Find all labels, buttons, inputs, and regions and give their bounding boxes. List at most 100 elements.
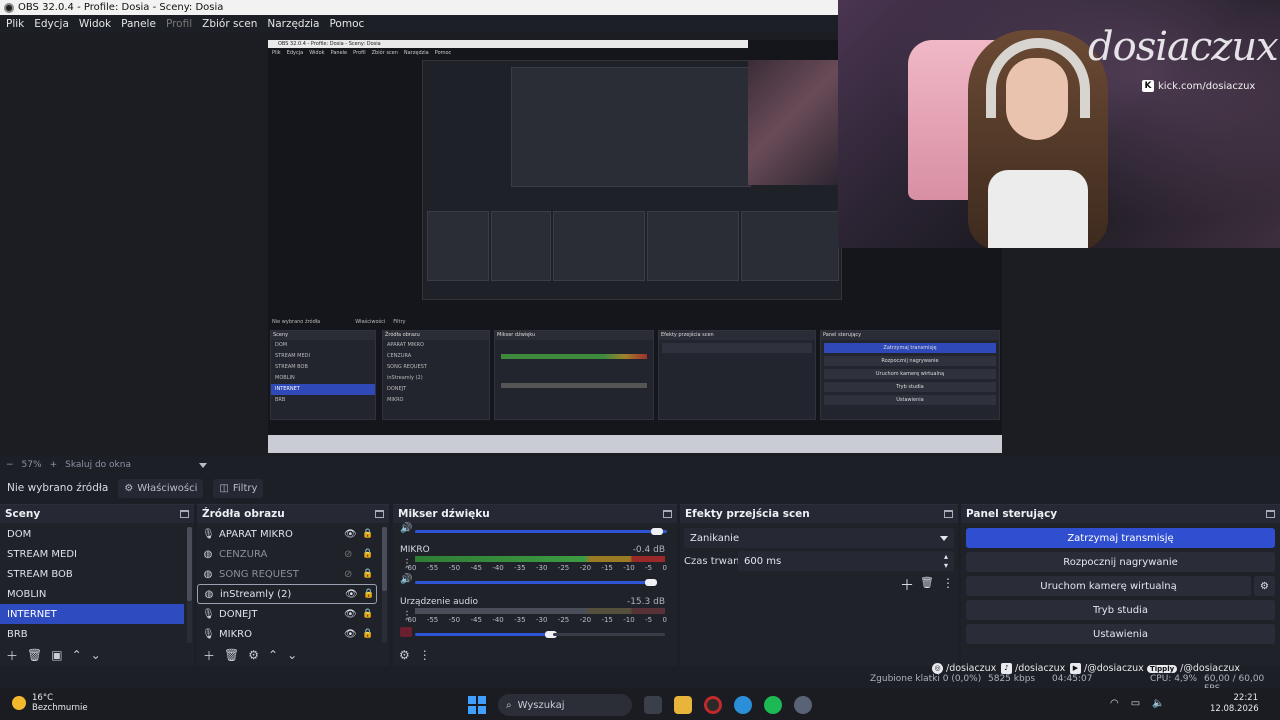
- scene-item[interactable]: BRB: [0, 624, 194, 644]
- sources-scroll-thumb[interactable]: [382, 527, 387, 591]
- kebab-menu-icon[interactable]: ⋮: [419, 648, 431, 662]
- mikro-volume-slider[interactable]: [415, 581, 651, 584]
- move-down-icon[interactable]: ⌄: [287, 648, 297, 662]
- eye-hidden-icon[interactable]: ⊘: [344, 549, 352, 560]
- nested-scene-row: BRB: [275, 397, 286, 403]
- scene-item-selected[interactable]: INTERNET: [0, 604, 184, 624]
- source-item[interactable]: ◍ SONG REQUEST ⊘ 🔒: [197, 564, 389, 584]
- stop-stream-button[interactable]: Zatrzymaj transmisję: [966, 528, 1275, 548]
- trash-icon[interactable]: 🗑: [27, 648, 42, 662]
- lock-icon[interactable]: 🔒: [362, 529, 373, 539]
- menu-edycja[interactable]: Edycja: [34, 18, 69, 30]
- filters-button[interactable]: ◫ Filtry: [213, 478, 264, 498]
- move-up-icon[interactable]: ⌃: [268, 648, 278, 662]
- undock-icon[interactable]: [180, 510, 189, 518]
- virtual-camera-settings-button[interactable]: ⚙: [1254, 576, 1275, 596]
- menu-widok[interactable]: Widok: [79, 18, 111, 30]
- speaker-icon[interactable]: 🔊: [400, 523, 412, 534]
- source-item[interactable]: 🎙 MIKRO 👁 🔒: [197, 624, 389, 644]
- nested-props-bar: Nie wybrano źródła Właściwości Filtry: [268, 315, 1002, 329]
- source-item[interactable]: 🎙 APARAT MIKRO 👁 🔒: [197, 524, 389, 544]
- scenes-scroll-thumb[interactable]: [187, 527, 192, 601]
- zoom-in-button[interactable]: +: [50, 460, 58, 470]
- gear-icon[interactable]: ⚙: [248, 648, 259, 662]
- menu-profil[interactable]: Profil: [166, 18, 192, 30]
- lock-icon[interactable]: 🔒: [363, 589, 374, 599]
- master-volume-slider[interactable]: [415, 530, 667, 533]
- file-explorer-icon[interactable]: [674, 696, 692, 714]
- eye-icon[interactable]: 👁: [345, 589, 358, 600]
- start-recording-button[interactable]: Rozpocznij nagrywanie: [966, 552, 1275, 572]
- menu-pomoc[interactable]: Pomoc: [329, 18, 364, 30]
- zoom-out-button[interactable]: −: [6, 460, 14, 470]
- move-up-icon[interactable]: ⌃: [72, 648, 82, 662]
- source-item-selected[interactable]: ◍ inStreamly (2) 👁 🔒: [197, 584, 377, 604]
- scale-mode-dropdown-icon[interactable]: [198, 462, 207, 468]
- spinner-icon[interactable]: ▴ ▾: [944, 552, 948, 570]
- trash-icon[interactable]: 🗑: [224, 648, 239, 662]
- lock-icon[interactable]: 🔒: [362, 609, 373, 619]
- undock-icon[interactable]: [944, 510, 953, 518]
- muted-speaker-icon[interactable]: [400, 627, 412, 637]
- taskbar-search[interactable]: ⌕ Wyszukaj: [498, 694, 632, 716]
- settings-app-icon[interactable]: [794, 696, 812, 714]
- spotify-icon[interactable]: [764, 696, 782, 714]
- taskbar-clock[interactable]: 22:21 12.08.2026: [1210, 693, 1259, 715]
- undock-icon[interactable]: [375, 510, 384, 518]
- wifi-icon[interactable]: ◠: [1110, 698, 1119, 709]
- nested-control-btn: Ustawienia: [824, 395, 996, 405]
- master-volume-knob[interactable]: [651, 528, 663, 535]
- menu-zbior-scen[interactable]: Zbiór scen: [202, 18, 257, 30]
- duration-input[interactable]: 600 ms ▴ ▾: [738, 551, 954, 571]
- kick-link: K kick.com/dosiaczux: [1142, 80, 1255, 92]
- volume-icon[interactable]: 🔈: [1152, 698, 1164, 709]
- source-item[interactable]: 🎙 DONEJT 👁 🔒: [197, 604, 389, 624]
- add-icon[interactable]: ＋: [203, 647, 215, 664]
- settings-button[interactable]: Ustawienia: [966, 624, 1275, 644]
- transition-select[interactable]: Zanikanie: [684, 528, 954, 548]
- studio-mode-button[interactable]: Tryb studia: [966, 600, 1275, 620]
- scale-mode[interactable]: Skaluj do okna: [65, 460, 131, 470]
- lock-icon[interactable]: 🔒: [362, 549, 373, 559]
- menu-plik[interactable]: Plik: [6, 18, 24, 30]
- kebab-menu-icon[interactable]: ⋮: [942, 576, 954, 590]
- eye-icon[interactable]: 👁: [344, 629, 357, 640]
- audio-device-ticks: -60 -55 -50 -45 -40 -35 -30 -25 -20 -15 -10 -5 0: [405, 616, 667, 624]
- menu-panele[interactable]: Panele: [121, 18, 156, 30]
- source-item[interactable]: ◍ CENZURA ⊘ 🔒: [197, 544, 389, 564]
- add-icon[interactable]: ＋: [6, 647, 18, 664]
- sources-title: Źródła obrazu: [202, 508, 285, 520]
- add-icon[interactable]: ＋: [900, 575, 914, 595]
- weather-widget[interactable]: 16°C Bezchmurnie: [12, 693, 88, 713]
- trash-icon[interactable]: 🗑: [920, 576, 934, 589]
- gear-icon: ⚙: [124, 482, 134, 494]
- undock-icon[interactable]: [663, 510, 672, 518]
- task-view-icon[interactable]: [644, 696, 662, 714]
- move-down-icon[interactable]: ⌄: [91, 648, 101, 662]
- mixer-settings-icon[interactable]: ⚙: [399, 648, 410, 662]
- eye-icon[interactable]: 👁: [344, 609, 357, 620]
- edge-icon[interactable]: [734, 696, 752, 714]
- filter-icon[interactable]: ▣: [51, 648, 62, 662]
- scene-item[interactable]: STREAM BOB: [0, 564, 194, 584]
- obs-taskbar-icon[interactable]: [704, 696, 722, 714]
- transition-selected: Zanikanie: [690, 532, 740, 544]
- mikro-volume-knob[interactable]: [645, 579, 657, 586]
- properties-button[interactable]: ⚙ Właściwości: [118, 478, 204, 498]
- eye-hidden-icon[interactable]: ⊘: [344, 569, 352, 580]
- windows-start-icon[interactable]: [468, 696, 486, 714]
- undock-icon[interactable]: [1266, 510, 1275, 518]
- network-icon[interactable]: ▭: [1131, 698, 1140, 709]
- scene-item[interactable]: DOM: [0, 524, 194, 544]
- social-instagram: ◎ /dosiaczux: [932, 663, 996, 674]
- lock-icon[interactable]: 🔒: [362, 569, 373, 579]
- scene-item[interactable]: MOBLIN: [0, 584, 194, 604]
- scene-item[interactable]: STREAM MEDI: [0, 544, 194, 564]
- audio-device-volume-slider[interactable]: [415, 633, 551, 636]
- lock-icon[interactable]: 🔒: [362, 629, 373, 639]
- virtual-camera-button[interactable]: Uruchom kamerę wirtualną: [966, 576, 1251, 596]
- menu-narzedzia[interactable]: Narzędzia: [267, 18, 319, 30]
- speaker-icon[interactable]: 🔊: [400, 574, 412, 585]
- eye-icon[interactable]: 👁: [344, 529, 357, 540]
- streamer: [968, 20, 1108, 248]
